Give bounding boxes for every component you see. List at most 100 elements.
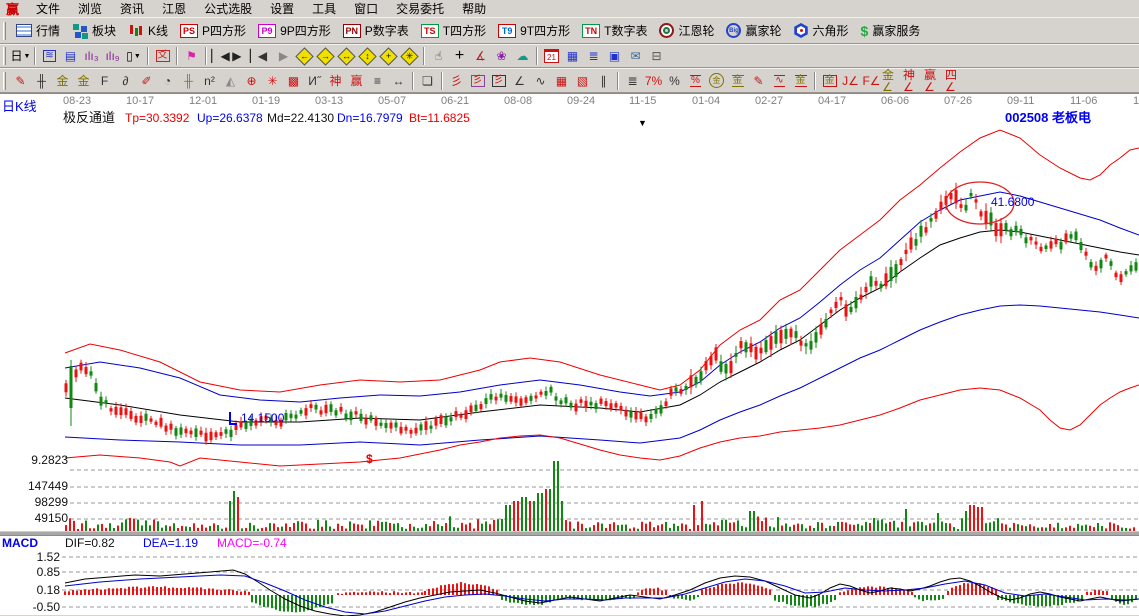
parallel-lines-icon[interactable]: ∥ (593, 70, 614, 91)
f-angle-icon[interactable]: F∠ (861, 70, 882, 91)
gold-redline-icon[interactable]: 金 (790, 70, 811, 91)
red-marker-icon[interactable]: ✐ (136, 70, 157, 91)
ruler-123-icon[interactable]: ≡ (367, 70, 388, 91)
menu-window[interactable]: 窗口 (345, 0, 387, 17)
goto-end-icon[interactable]: ▶▕ (231, 46, 252, 67)
red-grid-icon[interactable]: ▦ (551, 70, 572, 91)
window-layout-icon[interactable]: ❏ (417, 70, 438, 91)
flag-icon[interactable]: ⚑ (181, 46, 202, 67)
si-angle-icon[interactable]: 四∠ (945, 70, 966, 91)
calendar-icon[interactable]: 21 (541, 46, 562, 67)
rays-box-icon[interactable]: 彡 (467, 70, 488, 91)
menu-gann[interactable]: 江恩 (153, 0, 195, 17)
f-fence-icon[interactable]: F (94, 70, 115, 91)
volume-axis-label-3: 49150 (24, 512, 68, 525)
diamond-star-icon[interactable]: ✳ (399, 46, 420, 67)
menu-help[interactable]: 帮助 (453, 0, 495, 17)
cloud-icon[interactable]: ☁ (512, 46, 533, 67)
red-brush-icon[interactable]: ✎ (10, 70, 31, 91)
p-table-button[interactable]: PNP数字表 (337, 19, 415, 43)
width-arrows-icon[interactable]: ↔ (388, 70, 409, 91)
gold-fence-icon[interactable]: 金 (52, 70, 73, 91)
trend-angle-icon[interactable]: ∠ (509, 70, 530, 91)
crosshair-icon[interactable]: + (449, 46, 470, 67)
step-forward-icon[interactable]: ▶ (273, 46, 294, 67)
ying-angle-icon[interactable]: 赢∠ (924, 70, 945, 91)
menu-file[interactable]: 文件 (27, 0, 69, 17)
gold-circle-icon[interactable]: 金 (706, 70, 727, 91)
diamond-left-icon-glyph: ← (295, 47, 314, 66)
step-back-icon[interactable]: ◀ (252, 46, 273, 67)
diamond-leftright-icon[interactable]: ↔ (336, 46, 357, 67)
n2-fence-icon[interactable]: n² (199, 70, 220, 91)
menu-browse[interactable]: 浏览 (69, 0, 111, 17)
zigzag-icon[interactable]: ∿ (530, 70, 551, 91)
rays-fan-icon[interactable]: 彡 (446, 70, 467, 91)
starburst-icon[interactable]: ✳ (262, 70, 283, 91)
shen-fence-icon[interactable]: 神 (325, 70, 346, 91)
gold-angle-icon[interactable]: 金∠ (882, 70, 903, 91)
rays-box2-icon[interactable]: 彡 (488, 70, 509, 91)
pattern-box-icon[interactable]: ≋ (39, 46, 60, 67)
j-angle-icon[interactable]: J∠ (840, 70, 861, 91)
fence-icon[interactable]: ╫ (31, 70, 52, 91)
grid-arrow-icon[interactable]: ▧ (572, 70, 593, 91)
menu-tools[interactable]: 工具 (303, 0, 345, 17)
printer-icon[interactable]: ⊟ (646, 46, 667, 67)
t-table-button[interactable]: TNT数字表 (576, 19, 653, 43)
circle-cross-icon[interactable]: ⊕ (241, 70, 262, 91)
multi-chart-9-icon[interactable]: ılı₉ (102, 46, 123, 67)
p-square-button[interactable]: PSP四方形 (174, 19, 252, 43)
chart-area[interactable]: 日K线 08-2310-1712-0101-1903-1305-0706-210… (0, 93, 1139, 615)
gold-lines-icon[interactable]: 金 (727, 70, 748, 91)
mail-icon[interactable]: ✉ (625, 46, 646, 67)
t9-square-button[interactable]: T99T四方形 (492, 19, 576, 43)
save-disk-icon[interactable]: ▣ (604, 46, 625, 67)
notes-icon[interactable]: ≣ (583, 46, 604, 67)
gann-wheel-button[interactable]: 江恩轮 (653, 19, 720, 43)
winner-wheel-button[interactable]: Big赢家轮 (720, 19, 787, 43)
triangle-line-icon[interactable]: ◭ (220, 70, 241, 91)
goto-start-icon[interactable]: ▏◀ (210, 46, 231, 67)
p9-square-button[interactable]: P99P四方形 (252, 19, 337, 43)
ying-fence-icon-glyph: 赢 (350, 75, 362, 87)
percent-red-icon[interactable]: % (685, 70, 706, 91)
percent-icon[interactable]: % (664, 70, 685, 91)
menu-formula-pick[interactable]: 公式选股 (195, 0, 261, 17)
percent-zigzag-icon[interactable]: 7% (643, 70, 664, 91)
multi-chart-3-icon[interactable]: ılı₃ (81, 46, 102, 67)
quotes-button[interactable]: 行情 (10, 19, 66, 43)
marks-icon[interactable]: И˝ (304, 70, 325, 91)
scroll-doc-icon[interactable]: ▤ (60, 46, 81, 67)
spiral-fence-icon[interactable]: ∂ (115, 70, 136, 91)
red-wave-icon[interactable]: ∿ (769, 70, 790, 91)
pan-hand-icon[interactable]: ☝ (428, 46, 449, 67)
gold-fence-2-icon[interactable]: 金 (73, 70, 94, 91)
menu-trade[interactable]: 交易委托 (387, 0, 453, 17)
clock-circle-icon[interactable]: ◔ (157, 70, 178, 91)
single-candle-button[interactable]: ▯▼ (123, 46, 144, 67)
price-scale-icon[interactable]: ≣ (622, 70, 643, 91)
protractor-icon[interactable]: ∡ (470, 46, 491, 67)
blocks-button[interactable]: 板块 (66, 19, 122, 43)
gold-redbox-icon[interactable]: 金 (819, 70, 840, 91)
kline-button[interactable]: K线 (122, 19, 174, 43)
plain-fence-icon[interactable]: ╫ (178, 70, 199, 91)
period-day-button[interactable]: 日▼ (10, 46, 31, 67)
menu-settings[interactable]: 设置 (261, 0, 303, 17)
winner-service-button[interactable]: $赢家服务 (855, 19, 927, 43)
hexagon-button[interactable]: 六角形 (788, 19, 855, 43)
marker-scale-icon[interactable]: ✎ (748, 70, 769, 91)
shen-angle-icon[interactable]: 神∠ (903, 70, 924, 91)
diamond-plus-icon[interactable]: + (378, 46, 399, 67)
diamond-left-icon[interactable]: ← (294, 46, 315, 67)
diamond-updown-icon[interactable]: ↕ (357, 46, 378, 67)
calculator-icon[interactable]: ▦ (562, 46, 583, 67)
gann-flower-icon[interactable]: ❀ (491, 46, 512, 67)
sketch-box-icon[interactable]: 爻 (152, 46, 173, 67)
diamond-right-icon[interactable]: → (315, 46, 336, 67)
menu-news[interactable]: 资讯 (111, 0, 153, 17)
ying-fence-icon[interactable]: 赢 (346, 70, 367, 91)
t-square-button[interactable]: TST四方形 (415, 19, 492, 43)
grid-star-icon[interactable]: ▩ (283, 70, 304, 91)
